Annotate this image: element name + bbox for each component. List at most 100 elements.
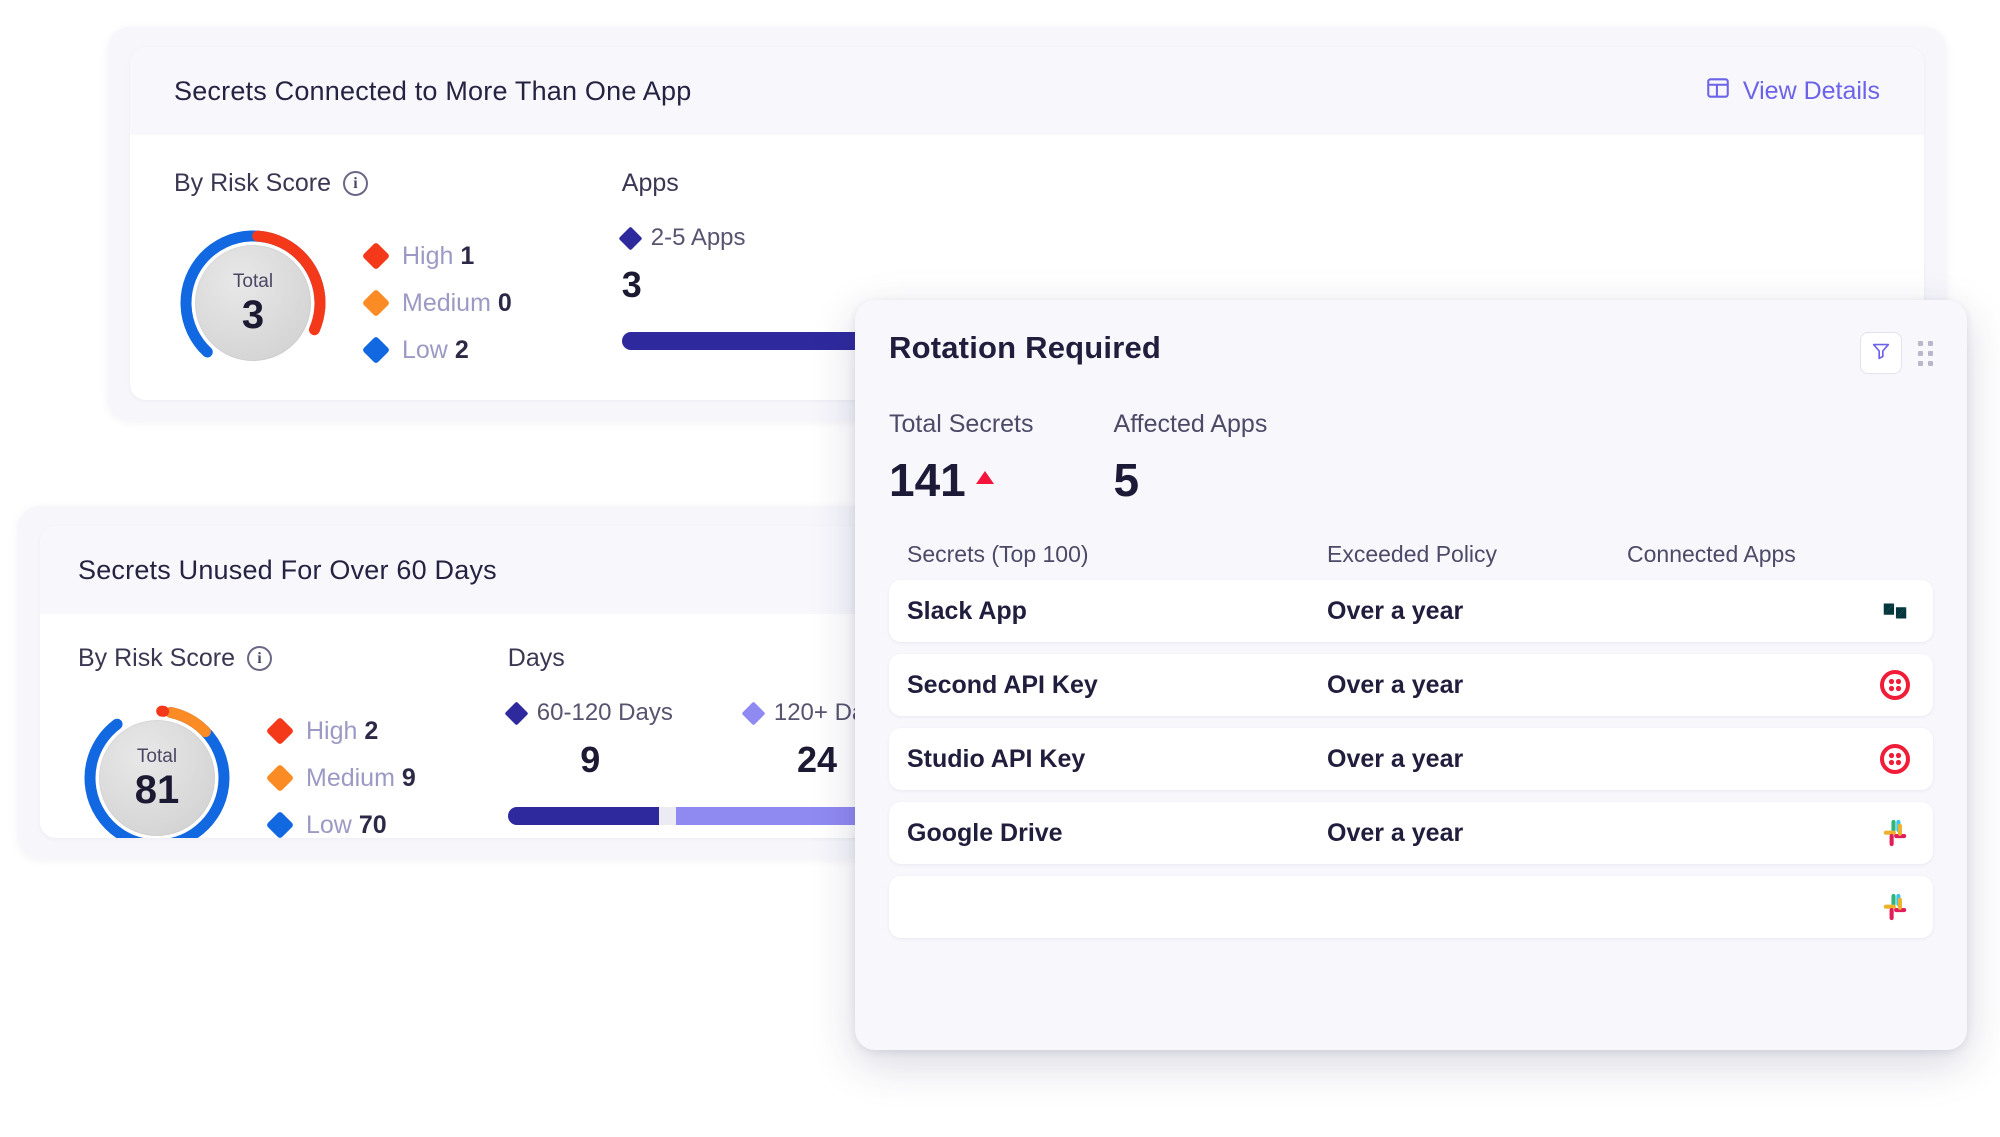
legend-item-high: High 1 bbox=[361, 241, 512, 271]
bucket-head: 2-5 Apps bbox=[618, 224, 746, 252]
cell-connected-app bbox=[1627, 813, 1915, 853]
bucket-name: 60-120 Days bbox=[536, 699, 673, 726]
kpi-value-wrap: 141 bbox=[889, 453, 1034, 507]
cell-exceeded-policy: Over a year bbox=[1327, 744, 1464, 773]
info-icon[interactable]: i bbox=[246, 646, 272, 671]
legend-item-medium: Medium 9 bbox=[265, 763, 416, 793]
card-header: Secrets Connected to More Than One App V… bbox=[130, 47, 1924, 135]
bucket-swatch-icon bbox=[618, 225, 643, 251]
cell-secret-name: Google Drive bbox=[907, 818, 1063, 847]
risk-legend: High 2 Medium 9 Low 70 bbox=[265, 699, 416, 839]
kpi-label: Total Secrets bbox=[889, 410, 1034, 438]
risk-section-label: By Risk Score i bbox=[174, 169, 512, 198]
panel-content: Rotation Required Total Secrets 141 Affe… bbox=[855, 300, 1967, 938]
risk-label-text: By Risk Score bbox=[78, 644, 235, 672]
low-swatch-icon bbox=[265, 810, 295, 838]
risk-chart-row: Total 3 High 1 Medium 0 Low 2 bbox=[174, 224, 512, 382]
legend-item-medium: Medium 0 bbox=[361, 289, 512, 318]
legend-low-text: Low bbox=[402, 335, 448, 364]
dashboard-stage: Secrets Connected to More Than One App V… bbox=[0, 0, 2000, 1137]
info-icon[interactable]: i bbox=[342, 171, 368, 196]
legend-high-label: High 2 bbox=[306, 717, 378, 746]
table-row[interactable]: Second API Key Over a year bbox=[889, 654, 1933, 716]
low-swatch-icon bbox=[361, 335, 391, 365]
cell-secret-name: Slack App bbox=[907, 596, 1027, 625]
legend-high-value: 2 bbox=[364, 716, 379, 745]
trend-up-icon bbox=[975, 470, 994, 484]
airtable-icon bbox=[1875, 665, 1915, 705]
panel-title: Rotation Required bbox=[889, 330, 1162, 365]
legend-medium-label: Medium 0 bbox=[402, 289, 512, 318]
risk-section-label: By Risk Score i bbox=[78, 644, 416, 673]
legend-low-text: Low bbox=[306, 810, 352, 839]
donut-total-value: 3 bbox=[241, 293, 265, 337]
risk-label-text: By Risk Score bbox=[174, 169, 331, 197]
column-header-secrets: Secrets (Top 100) bbox=[907, 541, 1089, 567]
donut-center: Total 3 bbox=[195, 245, 311, 361]
panel-toolbar bbox=[1860, 332, 1933, 374]
slack-icon bbox=[1875, 887, 1915, 927]
apps-label-text: Apps bbox=[621, 169, 679, 197]
medium-swatch-icon bbox=[361, 288, 391, 318]
cell-connected-app bbox=[1627, 591, 1915, 631]
zendesk-icon bbox=[1875, 591, 1915, 631]
legend-medium-text: Medium bbox=[306, 763, 395, 792]
risk-legend: High 1 Medium 0 Low 2 bbox=[361, 224, 512, 382]
cell-connected-app bbox=[1627, 887, 1915, 927]
cell-secret-name: Studio API Key bbox=[907, 744, 1086, 773]
high-swatch-icon bbox=[361, 241, 391, 271]
airtable-icon bbox=[1875, 739, 1915, 779]
legend-low-value: 2 bbox=[454, 335, 469, 364]
bucket-60-120-days: 60-120 Days 9 bbox=[504, 699, 673, 781]
view-details-button[interactable]: View Details bbox=[1705, 75, 1880, 108]
filter-button[interactable] bbox=[1860, 332, 1902, 374]
days-progress-segment-1 bbox=[507, 807, 659, 825]
table-header: Secrets (Top 100) Exceeded Policy Connec… bbox=[889, 541, 1933, 580]
bucket-value: 9 bbox=[580, 739, 601, 780]
bucket-2-5-apps: 2-5 Apps 3 bbox=[618, 224, 746, 306]
legend-medium-value: 9 bbox=[401, 763, 416, 792]
legend-low-label: Low 2 bbox=[402, 336, 469, 365]
risk-donut-chart: Total 81 bbox=[78, 699, 236, 838]
cell-exceeded-policy: Over a year bbox=[1327, 670, 1464, 699]
days-progress-gap bbox=[658, 807, 676, 825]
risk-score-section: By Risk Score i Total 3 High 1 Medium 0 … bbox=[174, 169, 512, 382]
legend-high-value: 1 bbox=[460, 241, 475, 270]
page-title: Secrets Unused For Over 60 Days bbox=[78, 554, 497, 585]
legend-low-label: Low 70 bbox=[306, 811, 387, 839]
column-header-connected-apps: Connected Apps bbox=[1627, 541, 1796, 567]
legend-high-text: High bbox=[402, 241, 454, 270]
legend-item-low: Low 70 bbox=[265, 811, 416, 839]
donut-center: Total 81 bbox=[99, 720, 215, 836]
panel-header: Rotation Required bbox=[889, 330, 1933, 374]
cell-exceeded-policy: Over a year bbox=[1327, 596, 1464, 625]
table-row[interactable]: Studio API Key Over a year bbox=[889, 728, 1933, 790]
risk-score-section: By Risk Score i Total 81 High 2 Medium 9… bbox=[78, 644, 416, 838]
kpi-affected-apps: Affected Apps 5 bbox=[1114, 410, 1268, 507]
kpi-total-secrets: Total Secrets 141 bbox=[889, 410, 1034, 507]
table-row[interactable]: Google Drive Over a year bbox=[889, 802, 1933, 864]
kpi-value-wrap: 5 bbox=[1114, 453, 1268, 507]
apps-bucket-list: 2-5 Apps 3 bbox=[618, 224, 1880, 306]
donut-total-value: 81 bbox=[134, 768, 180, 812]
bucket-head: 60-120 Days bbox=[504, 699, 673, 727]
risk-donut-chart: Total 3 bbox=[174, 224, 332, 382]
legend-item-low: Low 2 bbox=[361, 336, 512, 365]
kpi-value: 141 bbox=[889, 454, 966, 506]
donut-total-label: Total bbox=[232, 271, 274, 292]
bucket-swatch-icon bbox=[504, 700, 529, 726]
donut-total-label: Total bbox=[136, 746, 178, 767]
kpi-value: 5 bbox=[1113, 454, 1140, 506]
legend-medium-text: Medium bbox=[402, 288, 491, 317]
legend-high-text: High bbox=[306, 716, 358, 745]
table-row[interactable] bbox=[889, 876, 1933, 938]
column-header-exceeded-policy: Exceeded Policy bbox=[1327, 541, 1498, 567]
kpi-label: Affected Apps bbox=[1113, 410, 1268, 438]
drag-handle-icon[interactable] bbox=[1918, 340, 1933, 366]
page-title: Secrets Connected to More Than One App bbox=[174, 75, 692, 106]
cell-exceeded-policy: Over a year bbox=[1327, 818, 1464, 847]
legend-medium-value: 0 bbox=[497, 288, 512, 317]
view-details-label: View Details bbox=[1742, 76, 1880, 105]
table-row[interactable]: Slack App Over a year bbox=[889, 580, 1933, 642]
slack-icon bbox=[1875, 813, 1915, 853]
